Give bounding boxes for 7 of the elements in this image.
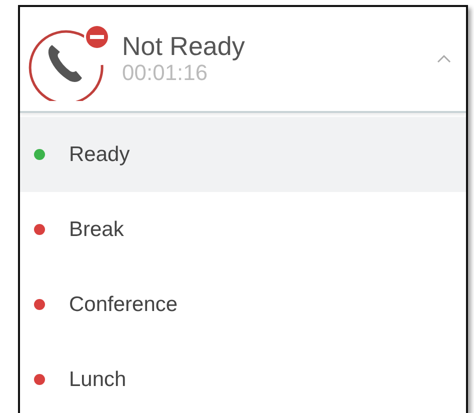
status-option[interactable]: Break	[20, 192, 466, 267]
status-option[interactable]: Conference	[20, 267, 466, 342]
status-timer: 00:01:16	[122, 60, 208, 86]
status-option[interactable]: Ready	[20, 117, 466, 192]
chevron-up-icon[interactable]	[436, 54, 452, 64]
status-option[interactable]: Lunch	[20, 342, 466, 413]
status-label: Not Ready	[122, 32, 246, 60]
